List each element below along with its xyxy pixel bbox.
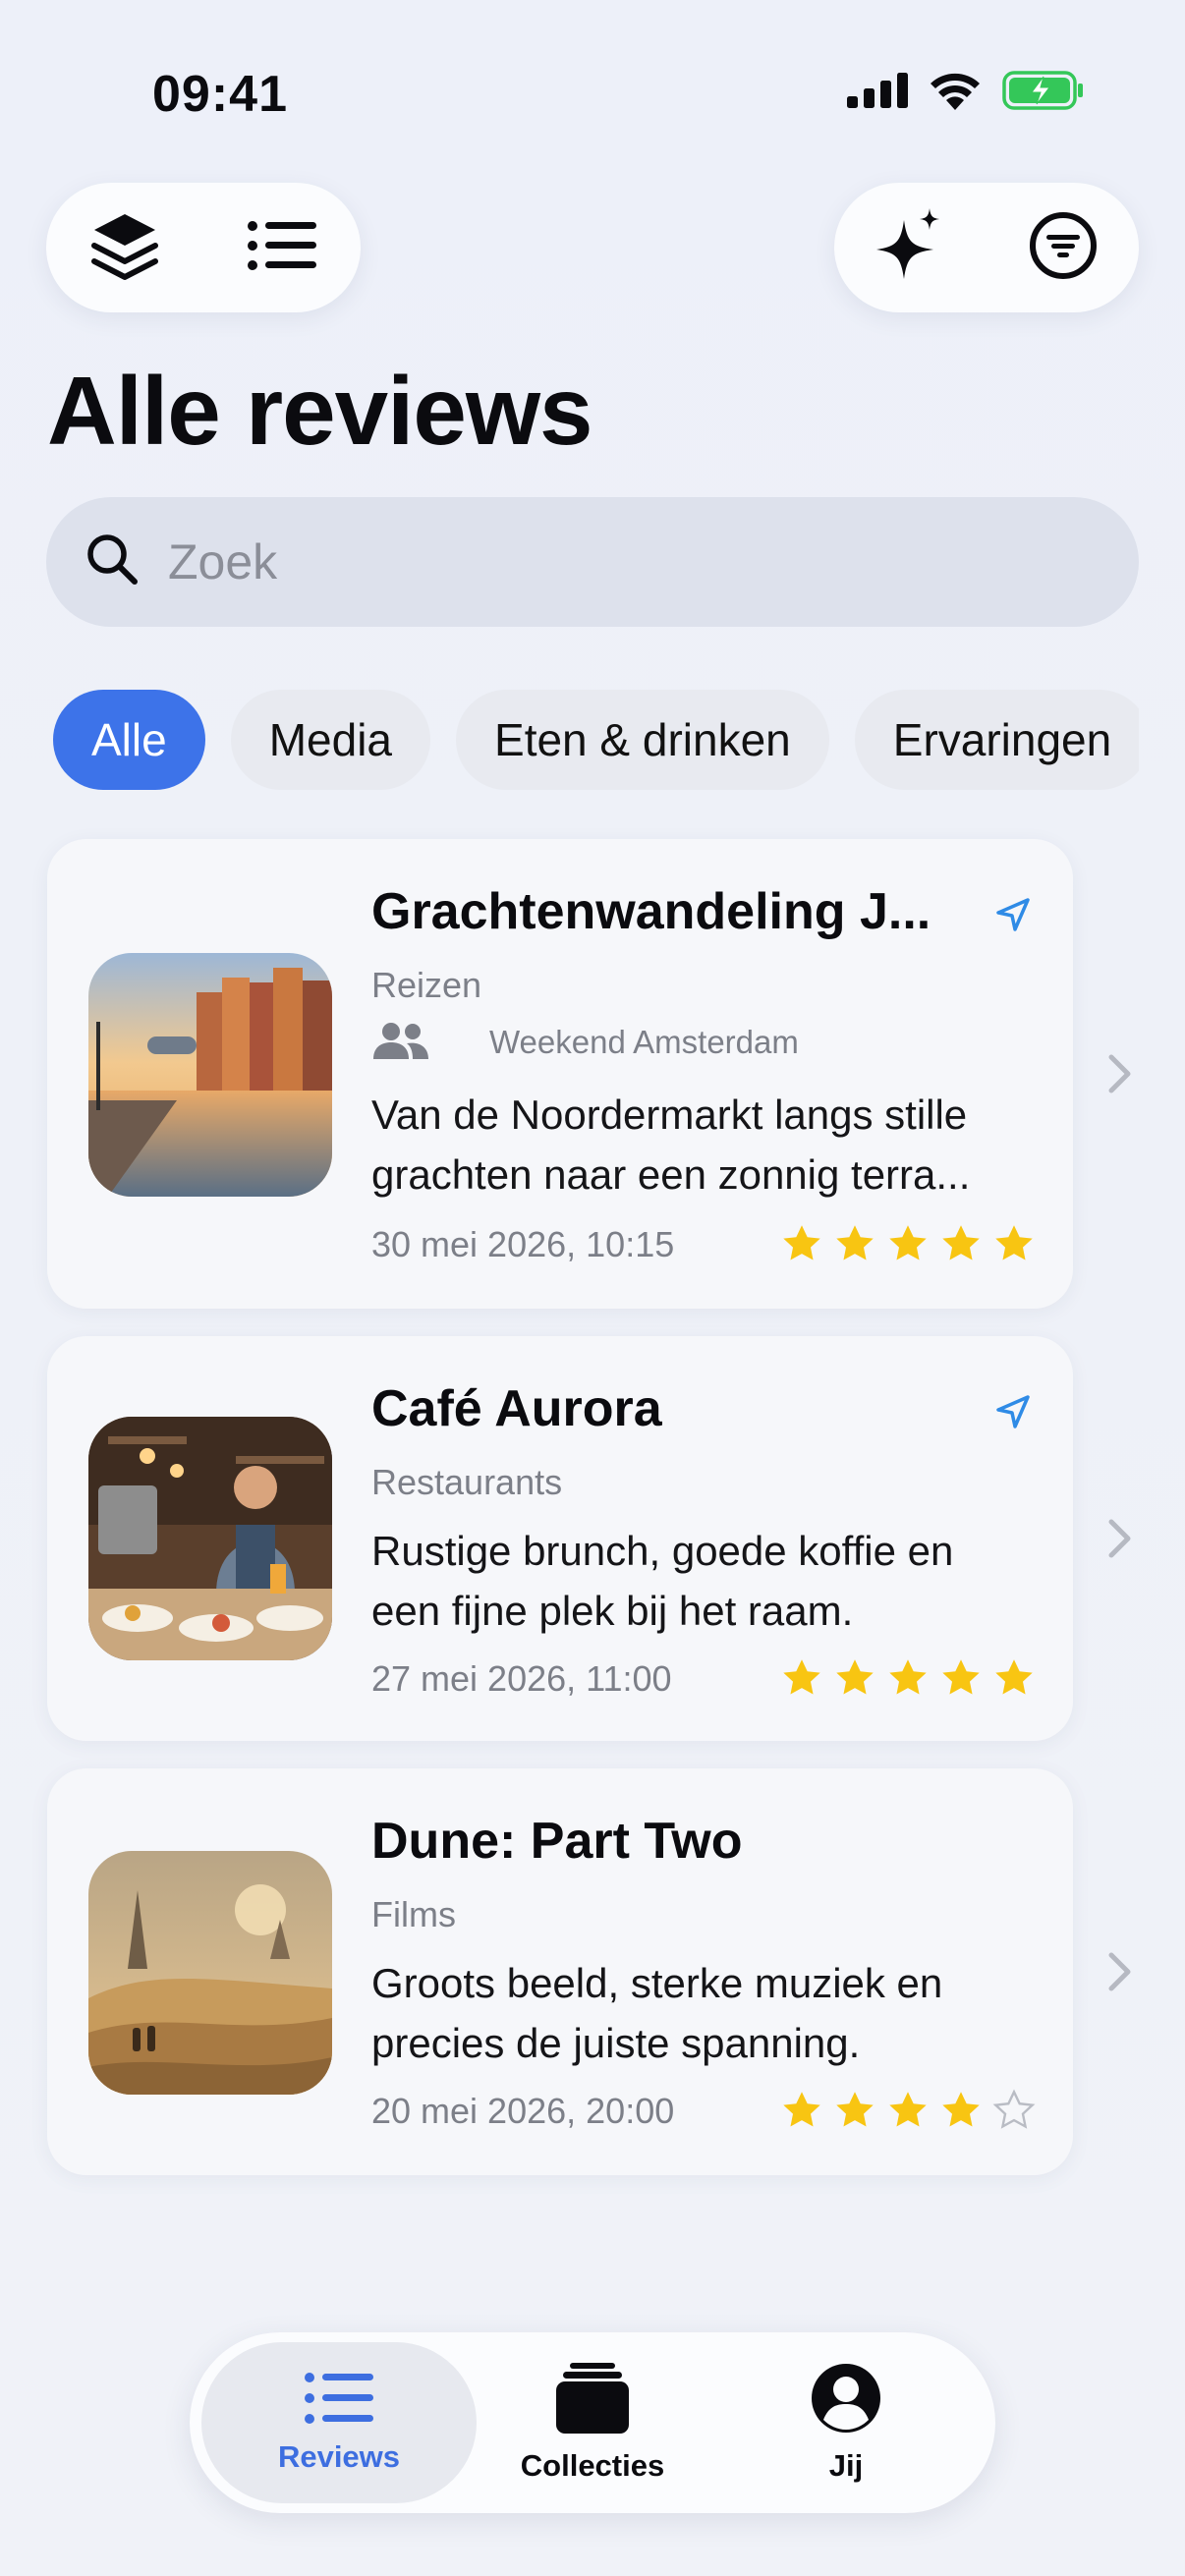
chip-ervaringen[interactable]: Ervaringen (854, 690, 1139, 790)
status-icons (847, 71, 1085, 115)
category-filter-chips: Alle Media Eten & drinken Ervaringen (53, 690, 1139, 790)
star-filled-icon (889, 1659, 927, 1695)
layers-button[interactable] (66, 189, 184, 307)
tab-reviews[interactable]: Reviews (201, 2342, 477, 2503)
tab-label: Reviews (277, 2438, 401, 2474)
wifi-icon (930, 71, 981, 115)
collection-name: Weekend Amsterdam (489, 1024, 799, 1060)
review-excerpt: Rustige brunch, goede koffie en een fijn… (371, 1521, 1040, 1641)
review-excerpt: Van de Noordermarkt langs stille grachte… (371, 1085, 1040, 1204)
chevron-right-icon[interactable] (1107, 1951, 1133, 1997)
review-title: Café Aurora (371, 1380, 662, 1437)
star-filled-icon (889, 1225, 927, 1260)
star-filled-icon (783, 2092, 820, 2127)
star-filled-icon (942, 2092, 980, 2127)
tab-label: Collecties (520, 2447, 665, 2483)
star-filled-icon (995, 1659, 1033, 1695)
filter-button[interactable] (1004, 189, 1122, 307)
review-date: 27 mei 2026, 11:00 (371, 1658, 672, 1699)
people-icon (371, 1022, 430, 1069)
review-date: 20 mei 2026, 20:00 (371, 2091, 675, 2131)
list-icon (248, 220, 316, 276)
review-excerpt-line: precies de juiste spanning. (371, 2020, 861, 2066)
review-card-cafe-aurora[interactable]: Café Aurora Restaurants Rustige brunch, … (47, 1336, 1073, 1741)
star-filled-icon (836, 1659, 874, 1695)
review-thumbnail-desert (88, 1851, 332, 2095)
tab-collecties[interactable]: Collecties (455, 2342, 730, 2503)
star-empty-icon (992, 2089, 1036, 2129)
sparkles-icon (875, 207, 945, 288)
ai-button[interactable] (852, 189, 970, 307)
star-filled-icon (836, 2092, 874, 2127)
review-excerpt-line: Rustige brunch, goede koffie en (371, 1528, 954, 1574)
layers-icon (90, 210, 159, 286)
battery-icon (1002, 71, 1085, 115)
review-excerpt-line: Van de Noordermarkt langs stille (371, 1092, 968, 1138)
chip-alle[interactable]: Alle (53, 690, 205, 790)
review-card-dune[interactable]: Dune: Part Two Films Groots beeld, sterk… (47, 1768, 1073, 2175)
chevron-right-icon[interactable] (1107, 1518, 1133, 1564)
star-filled-icon (942, 1659, 980, 1695)
status-time: 09:41 (152, 66, 288, 123)
star-filled-icon (836, 1225, 874, 1260)
review-thumbnail-cafe (88, 1417, 332, 1660)
actions-group (834, 183, 1139, 312)
person-icon (811, 2363, 881, 2438)
collections-icon (556, 2362, 629, 2438)
review-excerpt-line: een fijne plek bij het raam. (371, 1588, 854, 1634)
review-date: 30 mei 2026, 10:15 (371, 1224, 675, 1264)
star-rating (780, 1222, 1036, 1265)
review-category: Films (371, 1894, 456, 1934)
list-icon (305, 2372, 373, 2430)
review-excerpt-line: grachten naar een zonnig terra... (371, 1151, 971, 1198)
chip-media[interactable]: Media (230, 690, 431, 790)
review-thumbnail-canal (88, 953, 332, 1197)
review-title: Grachtenwandeling J... (371, 883, 931, 940)
star-filled-icon (783, 1659, 820, 1695)
signal-icon (847, 73, 908, 113)
tab-bar: Reviews Collecties Jij (190, 2332, 995, 2513)
review-card-grachtenwandeling[interactable]: Grachtenwandeling J... Reizen Weekend Am… (47, 839, 1073, 1309)
page-title: Alle reviews (47, 357, 593, 465)
chevron-right-icon[interactable] (1107, 1053, 1133, 1099)
tab-jij[interactable]: Jij (708, 2342, 984, 2503)
star-filled-icon (995, 1225, 1033, 1260)
star-filled-icon (783, 1225, 820, 1260)
review-collection: Weekend Amsterdam (371, 1023, 799, 1061)
search-bar[interactable] (46, 497, 1139, 627)
search-icon (85, 532, 141, 592)
star-rating (780, 1656, 1036, 1700)
star-filled-icon (889, 2092, 927, 2127)
chip-eten-drinken[interactable]: Eten & drinken (456, 690, 829, 790)
review-category: Restaurants (371, 1462, 563, 1502)
filter-icon (1029, 211, 1098, 285)
screen: 09:41 Alle reviews Zoek Alle Media Eten … (0, 0, 1185, 2576)
review-excerpt: Groots beeld, sterke muziek en precies d… (371, 1953, 1040, 2073)
review-category: Reizen (371, 965, 482, 1005)
list-view-button[interactable] (223, 189, 341, 307)
star-filled-icon (942, 1225, 980, 1260)
tab-label: Jij (828, 2447, 864, 2483)
review-excerpt-line: Groots beeld, sterke muziek en (371, 1960, 943, 2006)
location-arrow-icon (994, 1393, 1032, 1435)
star-rating (780, 2089, 1036, 2132)
view-toggle-group (46, 183, 361, 312)
search-input[interactable] (168, 533, 1052, 590)
location-arrow-icon (994, 896, 1032, 938)
review-title: Dune: Part Two (371, 1813, 743, 1870)
